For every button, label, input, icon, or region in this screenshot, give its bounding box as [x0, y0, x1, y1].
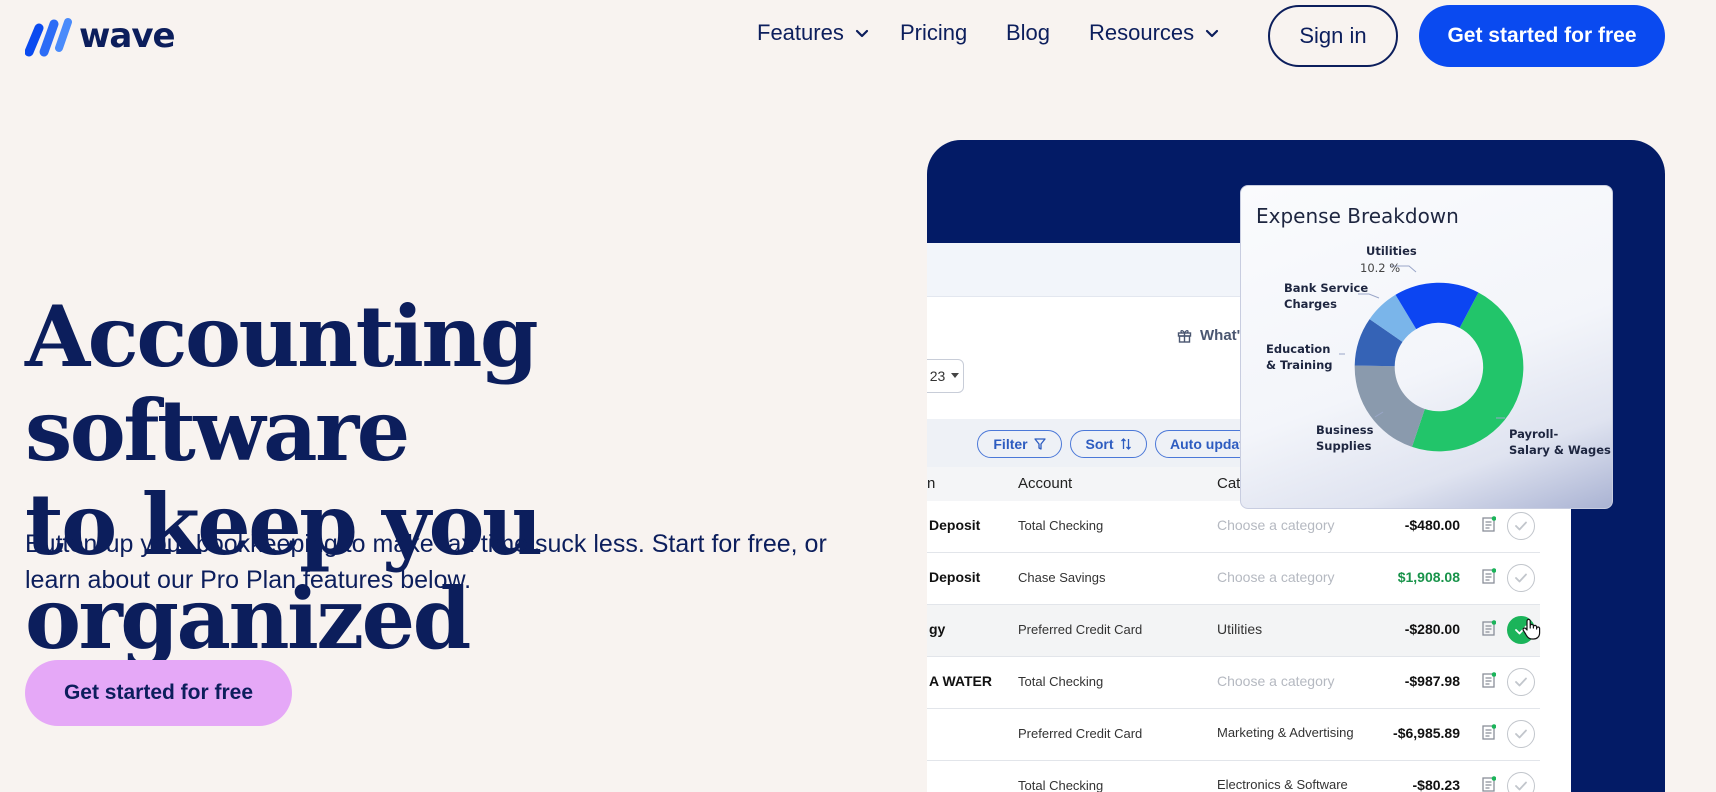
- row-amount: -$987.98: [1404, 673, 1460, 689]
- caret-down-icon: [951, 373, 960, 378]
- filter-label: Filter: [993, 436, 1028, 452]
- nav-pricing[interactable]: Pricing: [900, 20, 967, 46]
- checkmark-icon: [1515, 781, 1527, 791]
- review-check-button[interactable]: [1507, 720, 1535, 748]
- label-utilities-percent: 10.2 %: [1360, 261, 1401, 275]
- row-amount: $1,908.08: [1397, 569, 1460, 585]
- table-row[interactable]: Deposit Chase Savings Choose a category $1,…: [927, 553, 1540, 605]
- nav-features[interactable]: Features: [757, 20, 870, 46]
- whats-new-label: What': [1200, 327, 1241, 344]
- expense-breakdown-card: Expense Breakdown Utilities 10.2 % Bank …: [1240, 185, 1613, 509]
- column-header-account[interactable]: Account: [1018, 475, 1072, 492]
- column-header-description[interactable]: n: [927, 475, 935, 492]
- label-supplies: Business Supplies: [1316, 422, 1373, 454]
- row-category-select[interactable]: Choose a category: [1217, 517, 1335, 533]
- row-account: Total Checking: [1018, 518, 1104, 533]
- checkmark-icon: [1515, 573, 1527, 583]
- review-check-button[interactable]: [1507, 564, 1535, 592]
- label-payroll-line2: Salary & Wages: [1509, 443, 1611, 457]
- row-account: Total Checking: [1018, 674, 1104, 689]
- label-bank-line1: Bank Service: [1284, 281, 1369, 295]
- row-account: Total Checking: [1018, 778, 1104, 792]
- row-account: Preferred Credit Card: [1018, 726, 1143, 741]
- nav-get-started-button[interactable]: Get started for free: [1419, 5, 1665, 67]
- column-header-category[interactable]: Cat: [1217, 475, 1240, 492]
- label-education-line1: Education: [1266, 342, 1331, 356]
- hero-title: Accounting software to keep you organize…: [25, 290, 865, 666]
- filter-button[interactable]: Filter: [977, 430, 1062, 458]
- receipt-icon[interactable]: [1482, 724, 1496, 740]
- checkmark-icon: [1515, 729, 1527, 739]
- row-amount: -$6,985.89: [1393, 725, 1460, 741]
- sort-label: Sort: [1085, 436, 1114, 452]
- date-select[interactable]: 23: [927, 359, 964, 393]
- sort-icon: [1120, 438, 1131, 450]
- nav-blog[interactable]: Blog: [1006, 20, 1050, 46]
- hero-subtitle: Button-up your bookkeeping to make tax t…: [25, 530, 827, 594]
- receipt-icon[interactable]: [1482, 776, 1496, 792]
- row-description: Deposit: [929, 569, 981, 585]
- checkmark-icon: [1515, 677, 1527, 687]
- row-description: gy: [929, 621, 946, 637]
- sign-in-button[interactable]: Sign in: [1268, 5, 1398, 67]
- receipt-icon[interactable]: [1482, 516, 1496, 532]
- label-education-line2: & Training: [1266, 358, 1333, 372]
- hero-title-line1: Accounting software: [25, 287, 539, 480]
- receipt-icon[interactable]: [1482, 620, 1496, 636]
- row-description: A WATER: [929, 673, 992, 689]
- hand-cursor-icon: [1522, 618, 1541, 640]
- label-bank-line2: Charges: [1284, 297, 1337, 311]
- whats-new-link[interactable]: What': [1177, 327, 1240, 344]
- review-check-button[interactable]: [1507, 512, 1535, 540]
- row-category-select[interactable]: Electronics & Software: [1217, 777, 1348, 792]
- row-amount: -$480.00: [1404, 517, 1460, 533]
- hero-get-started-button[interactable]: Get started for free: [25, 660, 292, 726]
- chevron-down-icon: [1206, 29, 1219, 38]
- row-category-select[interactable]: Marketing & Advertising: [1217, 725, 1354, 740]
- label-payroll-line1: Payroll-: [1509, 427, 1559, 441]
- row-amount: -$280.00: [1404, 621, 1460, 637]
- label-supplies-line2: Supplies: [1316, 439, 1372, 453]
- gift-icon: [1177, 330, 1192, 343]
- chevron-down-icon: [855, 29, 868, 38]
- label-utilities: Utilities: [1366, 244, 1417, 258]
- row-account: Preferred Credit Card: [1018, 622, 1143, 637]
- table-row[interactable]: Total Checking Electronics & Software -$80…: [927, 761, 1540, 792]
- logo-wordmark: wave: [79, 16, 176, 56]
- row-category-select[interactable]: Choose a category: [1217, 569, 1335, 585]
- label-education: Education & Training: [1266, 341, 1333, 373]
- row-category-select[interactable]: Choose a category: [1217, 673, 1335, 689]
- row-account: Chase Savings: [1018, 570, 1106, 585]
- nav-pricing-label: Pricing: [900, 20, 968, 45]
- receipt-icon[interactable]: [1482, 568, 1496, 584]
- row-category-select[interactable]: Utilities: [1217, 621, 1262, 637]
- auto-update-label: Auto updat: [1170, 436, 1244, 452]
- receipt-icon[interactable]: [1482, 672, 1496, 688]
- date-select-value: 23: [929, 368, 946, 384]
- wave-logo-icon: [25, 18, 72, 57]
- wave-logo[interactable]: wave: [25, 14, 176, 58]
- review-check-button[interactable]: [1507, 772, 1535, 792]
- nav-features-label: Features: [757, 20, 844, 45]
- nav-blog-label: Blog: [1006, 20, 1051, 45]
- label-supplies-line1: Business: [1316, 423, 1374, 437]
- table-row[interactable]: A WATER Total Checking Choose a category -$…: [927, 657, 1540, 709]
- sort-button[interactable]: Sort: [1070, 430, 1147, 458]
- nav-resources[interactable]: Resources: [1089, 20, 1220, 46]
- filter-icon: [1033, 438, 1046, 450]
- review-check-button[interactable]: [1507, 668, 1535, 696]
- checkmark-icon: [1515, 521, 1527, 531]
- nav-resources-label: Resources: [1089, 20, 1195, 45]
- table-row[interactable]: gy Preferred Credit Card Utilities -$280.00: [927, 605, 1541, 657]
- row-amount: -$80.23: [1412, 777, 1460, 792]
- label-payroll: Payroll- Salary & Wages: [1509, 426, 1611, 458]
- row-description: Deposit: [929, 517, 981, 533]
- label-bank-charges: Bank Service Charges: [1284, 280, 1368, 312]
- table-row[interactable]: Preferred Credit Card Marketing & Adverti…: [927, 709, 1540, 761]
